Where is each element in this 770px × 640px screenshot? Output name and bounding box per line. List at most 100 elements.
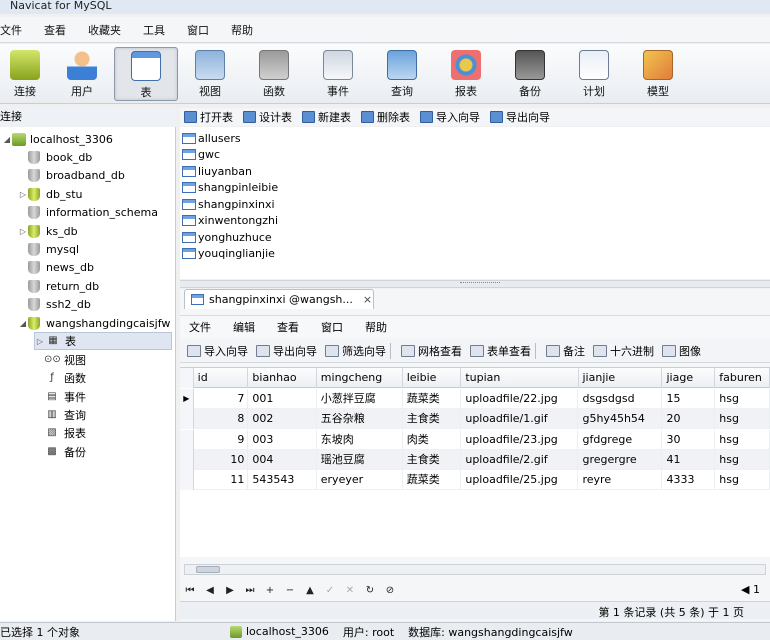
cell-leibie[interactable]: 蔬菜类	[403, 470, 462, 491]
menu-item-0[interactable]: 文件	[0, 22, 33, 38]
toolbar-button-model[interactable]: 模型	[626, 47, 690, 101]
cell-jiage[interactable]: 20	[662, 409, 716, 430]
data-menu-item-0[interactable]: 文件	[180, 319, 222, 335]
pane-splitter[interactable]	[180, 280, 770, 288]
tree-server-node[interactable]: ◢ localhost_3306	[2, 130, 113, 148]
cell-bianhao[interactable]: 001	[248, 389, 317, 409]
cell-tupian[interactable]: uploadfile/25.jpg	[461, 470, 579, 491]
data-toolbar-button-4[interactable]: 表单查看	[470, 343, 531, 359]
menu-item-5[interactable]: 帮助	[220, 22, 264, 38]
row-marker[interactable]	[180, 409, 194, 430]
close-icon[interactable]: ×	[363, 293, 372, 306]
cell-faburen[interactable]: hsg	[715, 449, 770, 470]
tree-sub-backup[interactable]: ▩ 备份	[44, 443, 86, 461]
menu-item-1[interactable]: 查看	[33, 22, 77, 38]
cell-faburen[interactable]: hsg	[715, 409, 770, 430]
table-item-allusers[interactable]: allusers	[182, 130, 241, 146]
tree-sub-view[interactable]: ⊙⊙ 视图	[44, 351, 86, 369]
tree-db-mysql[interactable]: mysql	[18, 240, 79, 258]
expand-arrow-icon[interactable]: ▷	[18, 227, 28, 236]
cell-mingcheng[interactable]: 东坡肉	[317, 429, 403, 450]
table-item-liuyanban[interactable]: liuyanban	[182, 163, 252, 179]
cell-mingcheng[interactable]: 小葱拌豆腐	[317, 389, 403, 409]
cell-faburen[interactable]: hsg	[715, 389, 770, 409]
tab-shangpinxinxi[interactable]: shangpinxinxi @wangsh... ×	[184, 289, 374, 309]
tree-db-broadband_db[interactable]: broadband_db	[18, 167, 125, 185]
cell-id[interactable]: 10	[194, 449, 249, 470]
scrollbar-thumb[interactable]	[196, 566, 220, 573]
table-item-shangpinleibie[interactable]: shangpinleibie	[182, 180, 278, 196]
column-header-jianjie[interactable]: jianjie	[579, 368, 663, 388]
apply-edit-icon[interactable]: ✓	[320, 585, 340, 596]
collapse-arrow-icon[interactable]: ◢	[18, 319, 28, 328]
page-navigator[interactable]: ◀ 1	[741, 583, 760, 596]
column-header-faburen[interactable]: faburen	[715, 368, 770, 388]
cell-tupian[interactable]: uploadfile/22.jpg	[461, 389, 579, 409]
data-menu-item-1[interactable]: 编辑	[222, 319, 266, 335]
toolbar-button-event[interactable]: 事件	[306, 47, 370, 101]
toolbar-button-view[interactable]: 视图	[178, 47, 242, 101]
expand-arrow-icon[interactable]: ▷	[35, 337, 45, 346]
cell-tupian[interactable]: uploadfile/23.jpg	[461, 429, 579, 450]
tree-db-ks_db[interactable]: ▷ ks_db	[18, 222, 78, 240]
toolbar-button-query[interactable]: 查询	[370, 47, 434, 101]
tree-db-book_db[interactable]: book_db	[18, 148, 92, 166]
tree-sub-function[interactable]: ƒ 函数	[44, 369, 86, 387]
data-menu-item-3[interactable]: 窗口	[310, 319, 354, 335]
data-menu-item-4[interactable]: 帮助	[354, 319, 398, 335]
cell-leibie[interactable]: 主食类	[403, 409, 462, 430]
prev-record-icon[interactable]: ◀	[200, 585, 220, 596]
toolbar-button-user[interactable]: 用户	[50, 47, 114, 101]
toolbar-button-table[interactable]: 表	[114, 47, 178, 101]
cell-jianjie[interactable]: dsgsdgsd	[578, 389, 663, 409]
row-marker[interactable]	[180, 470, 194, 491]
cell-faburen[interactable]: hsg	[715, 470, 770, 491]
data-toolbar-button-7[interactable]: 图像	[662, 343, 701, 359]
toolbar-button-backup[interactable]: 备份	[498, 47, 562, 101]
toolbar-button-report[interactable]: 报表	[434, 47, 498, 101]
table-item-yonghuzhuce[interactable]: yonghuzhuce	[182, 229, 272, 245]
tree-db-return_db[interactable]: return_db	[18, 277, 99, 295]
cell-jianjie[interactable]: gregergre	[578, 449, 663, 470]
stop-icon[interactable]: ⊘	[380, 585, 400, 596]
tree-db-wangshangdingcaisjfw[interactable]: ◢ wangshangdingcaisjfw	[18, 314, 170, 332]
data-toolbar-button-5[interactable]: 备注	[546, 343, 585, 359]
table-row[interactable]: 11 543543 eryeyer 蔬菜类 uploadfile/25.jpg reyre…	[180, 470, 770, 491]
tree-db-ssh2_db[interactable]: ssh2_db	[18, 296, 91, 314]
add-record-icon[interactable]: +	[260, 585, 280, 596]
table-row[interactable]: 9 003 东坡肉 肉类 uploadfile/23.jpg gfdgrege 30 hsg	[180, 429, 770, 450]
cell-id[interactable]: 11	[194, 470, 249, 491]
expand-arrow-icon[interactable]: ▷	[18, 190, 28, 199]
toolbar-button-function[interactable]: 函数	[242, 47, 306, 101]
object-toolbar-button-3[interactable]: 删除表	[361, 109, 410, 125]
tree-db-db_stu[interactable]: ▷ db_stu	[18, 185, 82, 203]
menu-item-4[interactable]: 窗口	[176, 22, 220, 38]
first-record-icon[interactable]: ⏮	[180, 585, 200, 596]
cell-leibie[interactable]: 主食类	[403, 449, 462, 470]
cell-jianjie[interactable]: reyre	[578, 470, 663, 491]
next-record-icon[interactable]: ▶	[220, 585, 240, 596]
cancel-edit-icon[interactable]: ✕	[340, 585, 360, 596]
cell-leibie[interactable]: 蔬菜类	[403, 389, 462, 409]
object-toolbar-button-4[interactable]: 导入向导	[420, 109, 480, 125]
table-item-shangpinxinxi[interactable]: shangpinxinxi	[182, 196, 275, 212]
menu-item-3[interactable]: 工具	[132, 22, 176, 38]
cell-jianjie[interactable]: gfdgrege	[578, 429, 663, 450]
object-toolbar-button-5[interactable]: 导出向导	[490, 109, 550, 125]
data-toolbar-button-3[interactable]: 网格查看	[401, 343, 462, 359]
tree-db-news_db[interactable]: news_db	[18, 259, 94, 277]
column-header-jiage[interactable]: jiage	[662, 368, 716, 388]
horizontal-scrollbar[interactable]	[184, 564, 766, 575]
tree-sub-query[interactable]: ▥ 查询	[44, 406, 86, 424]
data-menu-item-2[interactable]: 查看	[266, 319, 310, 335]
row-marker[interactable]	[180, 429, 194, 450]
last-record-icon[interactable]: ⏭	[240, 585, 260, 596]
tree-db-information_schema[interactable]: information_schema	[18, 204, 158, 222]
cell-leibie[interactable]: 肉类	[403, 429, 462, 450]
toolbar-button-schedule[interactable]: 计划	[562, 47, 626, 101]
data-toolbar-button-1[interactable]: 导出向导	[256, 343, 317, 359]
cell-tupian[interactable]: uploadfile/1.gif	[461, 409, 579, 430]
data-toolbar-button-2[interactable]: 筛选向导	[325, 343, 386, 359]
cell-jianjie[interactable]: g5hy45h54	[578, 409, 663, 430]
table-row[interactable]: 8 002 五谷杂粮 主食类 uploadfile/1.gif g5hy45h54 20 hs…	[180, 409, 770, 430]
